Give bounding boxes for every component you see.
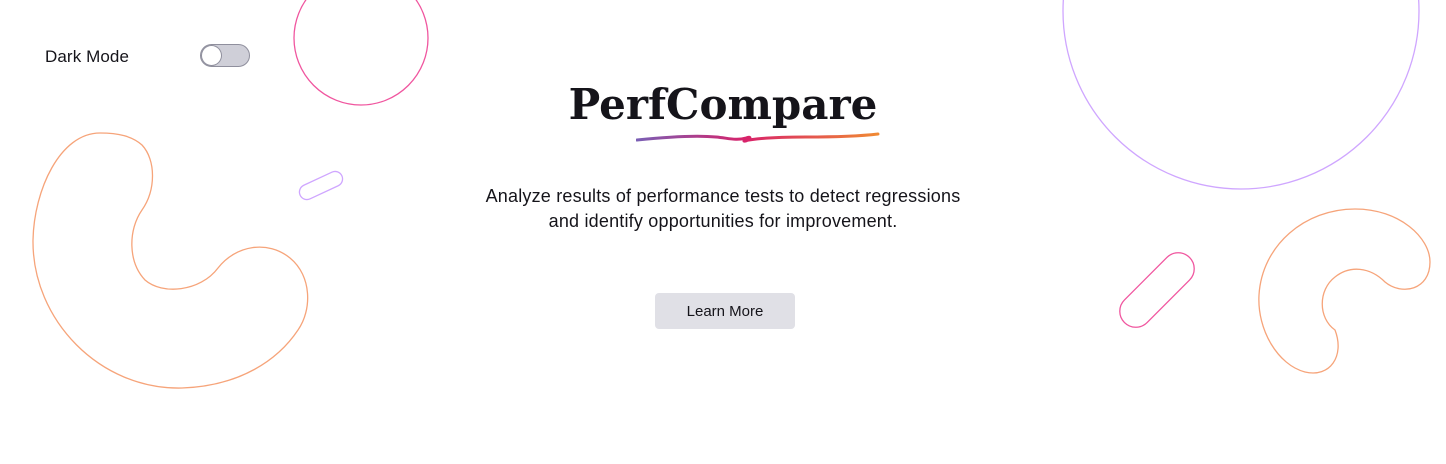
learn-more-button[interactable]: Learn More [655, 293, 795, 329]
title-underline-squiggle [636, 132, 880, 143]
app-title: PerfCompare [568, 80, 878, 129]
hero-description: Analyze results of performance tests to … [423, 184, 1023, 234]
hero-section: PerfCompare Analyze results of performan… [0, 0, 1446, 464]
hero-description-line-2: and identify opportunities for improveme… [548, 211, 898, 231]
perfcompare-landing: Dark Mode PerfCompare Analyze results of… [0, 0, 1446, 464]
hero-description-line-1: Analyze results of performance tests to … [485, 186, 961, 206]
